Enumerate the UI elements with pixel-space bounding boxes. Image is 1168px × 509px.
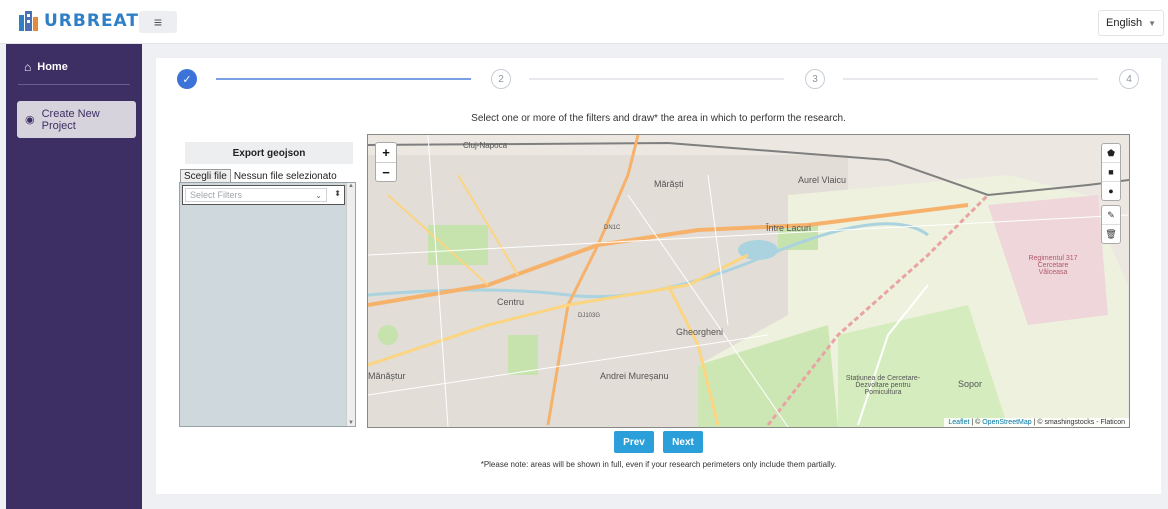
scroll-down-icon[interactable]: ▼: [348, 420, 354, 426]
filter-select[interactable]: Select Filters ⌄ ⬍: [182, 185, 345, 205]
draw-rectangle-button[interactable]: ■: [1102, 163, 1120, 182]
sidebar-item-label: Create New Project: [41, 107, 100, 132]
sidebar-divider: [18, 84, 130, 85]
sidebar-item-home[interactable]: ⌂ Home: [24, 60, 68, 74]
zoom-out-button[interactable]: −: [376, 163, 396, 182]
step-2[interactable]: 2: [491, 69, 511, 89]
select-arrows-icon: ⬍: [334, 189, 341, 198]
main-content: ✓ 2 3 4 Select one or more of the filter…: [156, 58, 1161, 494]
step-1-done[interactable]: ✓: [177, 69, 197, 89]
map-label: DJ103G: [578, 313, 601, 319]
delete-layers-button[interactable]: 🗑: [1102, 225, 1120, 243]
language-select[interactable]: English ▼: [1098, 10, 1164, 36]
map-label: Mănăștur: [368, 371, 406, 381]
map-tiles: [368, 135, 1129, 427]
circle-dot-icon: ◉: [25, 114, 35, 126]
map-label: Regimentul 317 Cercetare Vâlceasa: [1028, 255, 1078, 276]
map-label: Gheorgheni: [676, 327, 724, 337]
sidebar-item-create-project[interactable]: ◉ Create New Project: [17, 101, 136, 138]
file-status: Nessun file selezionato: [233, 171, 337, 182]
leaflet-link[interactable]: Leaflet: [948, 419, 969, 426]
map-attribution: Leaflet | © OpenStreetMap | © smashingst…: [944, 418, 1129, 427]
zoom-control: + −: [375, 142, 397, 182]
map-label: Cluj-Napoca: [463, 141, 508, 150]
map-label: Între Lacuri: [766, 223, 812, 233]
stepper: ✓ 2 3 4: [156, 58, 1161, 98]
step-3[interactable]: 3: [805, 69, 825, 89]
map-label: Stațiunea de Cercetare-Dezvoltare pentru…: [845, 375, 921, 396]
filter-list[interactable]: Select Filters ⌄ ⬍ ▲ ▼: [179, 182, 356, 427]
export-geojson-button[interactable]: Export geojson: [185, 142, 353, 164]
circle-icon: ●: [1108, 186, 1114, 196]
sidebar: ⌂ Home ◉ Create New Project: [6, 44, 142, 509]
app-logo[interactable]: URBREATH: [18, 9, 154, 33]
map-label: Sopor: [958, 379, 983, 389]
instruction-text: Select one or more of the filters and dr…: [471, 113, 846, 124]
next-button[interactable]: Next: [663, 431, 703, 453]
rectangle-icon: ■: [1108, 167, 1114, 177]
prev-button[interactable]: Prev: [614, 431, 654, 453]
language-value: English: [1106, 17, 1143, 29]
draw-toolbar: ⬟ ■ ●: [1101, 143, 1121, 201]
scroll-up-icon[interactable]: ▲: [348, 183, 354, 189]
map-label: Centru: [497, 297, 525, 307]
filter-select-inner[interactable]: Select Filters ⌄: [185, 188, 327, 202]
scrollbar[interactable]: ▲ ▼: [346, 183, 355, 426]
map-label: Aurel Vlaicu: [798, 175, 847, 185]
draw-polygon-button[interactable]: ⬟: [1102, 144, 1120, 163]
hamburger-menu-button[interactable]: ≡: [139, 11, 177, 33]
osm-link[interactable]: OpenStreetMap: [982, 419, 1031, 426]
attribution-text: smashingstocks - Flaticon: [1044, 419, 1125, 426]
edit-toolbar: ✎ 🗑: [1101, 205, 1121, 244]
step-4[interactable]: 4: [1119, 69, 1139, 89]
step-connector-done: [216, 78, 471, 80]
chevron-down-icon: ▼: [1148, 18, 1156, 28]
check-icon: ✓: [182, 73, 192, 86]
filter-placeholder: Select Filters: [190, 190, 243, 200]
map-view[interactable]: Cluj-Napoca Mărăști Aurel Vlaicu DN1C În…: [367, 134, 1130, 428]
home-icon: ⌂: [24, 60, 32, 74]
polygon-icon: ⬟: [1107, 147, 1115, 158]
step-connector: [843, 78, 1098, 80]
footnote: *Please note: areas will be shown in ful…: [480, 460, 837, 469]
zoom-in-button[interactable]: +: [376, 143, 396, 163]
map-label: DN1C: [604, 225, 621, 231]
edit-icon: ✎: [1107, 209, 1115, 220]
map-label: Andrei Mureșanu: [600, 371, 669, 381]
app-name: URBREATH: [44, 11, 155, 31]
hamburger-icon: ≡: [153, 14, 163, 30]
sidebar-item-label: Home: [37, 61, 68, 73]
top-bar: URBREATH ≡ English ▼: [0, 0, 1168, 44]
draw-circle-button[interactable]: ●: [1102, 182, 1120, 200]
step-connector: [529, 78, 784, 80]
logo-icon: [19, 11, 38, 31]
map-label: Mărăști: [654, 179, 684, 189]
chevron-down-icon: ⌄: [315, 190, 322, 200]
edit-layers-button[interactable]: ✎: [1102, 206, 1120, 225]
trash-icon: 🗑: [1105, 228, 1117, 239]
